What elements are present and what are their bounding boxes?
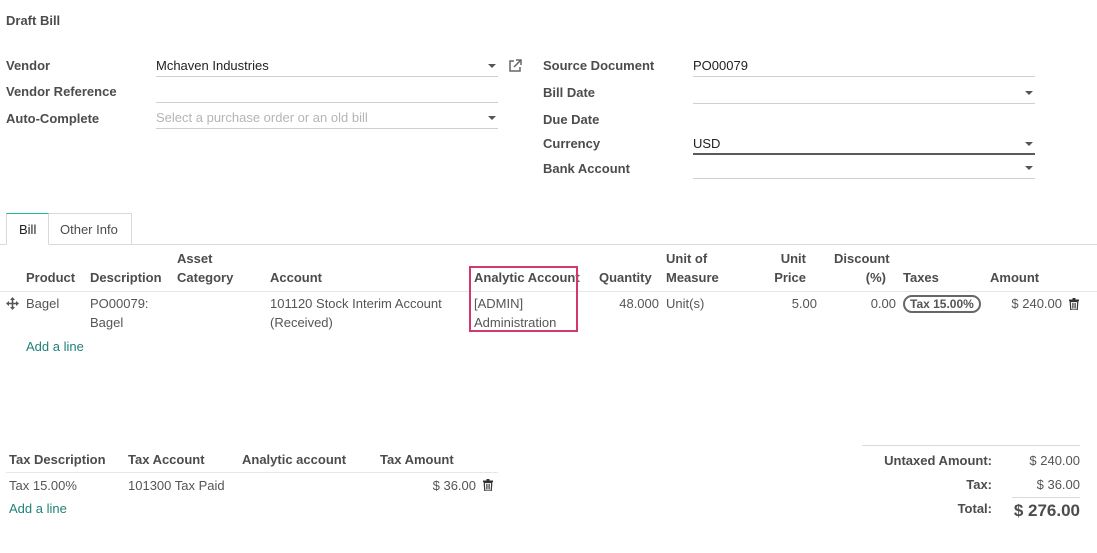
total-label: Total: xyxy=(957,501,992,516)
row-unit-price: 5.00 xyxy=(791,296,817,311)
row-product: Bagel xyxy=(26,296,60,311)
untaxed-amount-value: $ 240.00 xyxy=(1029,453,1080,468)
currency-value: USD xyxy=(693,136,721,151)
tax-col-header-amount: Tax Amount xyxy=(380,452,454,467)
tax-badge[interactable]: Tax 15.00% xyxy=(903,295,981,313)
vendor-reference-label: Vendor Reference xyxy=(6,84,117,99)
tax-header-divider xyxy=(6,472,498,473)
external-link-icon[interactable] xyxy=(508,59,522,73)
tax-add-line-link[interactable]: Add a line xyxy=(9,501,67,516)
row-description-line1: PO00079: xyxy=(90,296,149,311)
add-line-link[interactable]: Add a line xyxy=(26,339,84,354)
row-description-line2: Bagel xyxy=(90,315,124,330)
row-account-line1: 101120 Stock Interim Account xyxy=(270,296,442,311)
col-header-unit-price-line1[interactable]: Unit xyxy=(760,249,806,268)
tax-col-header-analytic: Analytic account xyxy=(242,452,347,467)
col-header-asset-category-line1[interactable]: Asset xyxy=(177,249,212,268)
bill-date-label: Bill Date xyxy=(543,85,596,100)
tax-total-label: Tax: xyxy=(966,477,992,492)
tab-bar-divider xyxy=(0,244,1097,245)
row-analytic-line1: [ADMIN] xyxy=(474,296,524,311)
chevron-down-icon[interactable] xyxy=(1025,142,1033,146)
tax-row-amount: $ 36.00 xyxy=(432,478,476,493)
vendor-value: Mchaven Industries xyxy=(156,58,269,73)
col-header-asset-category-line2[interactable]: Category xyxy=(177,268,233,287)
col-header-uom-line1[interactable]: Unit of xyxy=(666,249,707,268)
bill-date-field[interactable] xyxy=(693,83,1035,104)
col-header-description[interactable]: Description xyxy=(90,268,162,287)
currency-label: Currency xyxy=(543,136,601,151)
bank-account-field[interactable] xyxy=(693,158,1035,179)
row-amount: $ 240.00 xyxy=(1011,296,1062,311)
due-date-label: Due Date xyxy=(543,112,600,127)
auto-complete-label: Auto-Complete xyxy=(6,111,100,126)
source-document-field[interactable]: PO00079 xyxy=(693,56,1035,77)
vendor-reference-field[interactable] xyxy=(156,82,498,103)
col-header-discount-line1[interactable]: Discount xyxy=(834,249,890,268)
row-account-line2: (Received) xyxy=(270,315,333,330)
total-divider xyxy=(1012,497,1080,498)
tax-row-description: Tax 15.00% xyxy=(9,478,77,493)
source-document-label: Source Document xyxy=(543,58,655,73)
vendor-field[interactable]: Mchaven Industries xyxy=(156,56,498,77)
col-header-uom-line2[interactable]: Measure xyxy=(666,268,719,287)
tab-bill[interactable]: Bill xyxy=(6,213,50,245)
tab-other-info[interactable]: Other Info xyxy=(48,213,132,245)
col-header-quantity[interactable]: Quantity xyxy=(599,268,652,287)
total-value: $ 276.00 xyxy=(1013,501,1080,520)
tax-col-header-description: Tax Description xyxy=(9,452,106,467)
source-document-value: PO00079 xyxy=(693,58,748,73)
row-discount: 0.00 xyxy=(870,296,896,311)
chevron-down-icon[interactable] xyxy=(1025,166,1033,170)
col-header-account[interactable]: Account xyxy=(270,268,322,287)
row-quantity: 48.000 xyxy=(619,296,659,311)
trash-icon[interactable] xyxy=(1069,298,1079,310)
col-header-product[interactable]: Product xyxy=(26,268,75,287)
tax-col-header-account: Tax Account xyxy=(128,452,205,467)
currency-field[interactable]: USD xyxy=(693,134,1035,155)
untaxed-amount-label: Untaxed Amount: xyxy=(884,453,992,468)
auto-complete-placeholder: Select a purchase order or an old bill xyxy=(156,110,368,125)
col-header-amount[interactable]: Amount xyxy=(990,268,1039,287)
tax-total-value: $ 36.00 xyxy=(1036,477,1080,492)
auto-complete-field[interactable]: Select a purchase order or an old bill xyxy=(156,108,498,129)
col-header-unit-price-line2[interactable]: Price xyxy=(760,268,806,287)
vendor-label: Vendor xyxy=(6,58,51,73)
row-analytic-line2: Administration xyxy=(474,315,557,330)
tax-row-account: 101300 Tax Paid xyxy=(128,478,225,493)
bank-account-label: Bank Account xyxy=(543,161,630,176)
totals-top-divider xyxy=(862,445,1080,446)
chevron-down-icon[interactable] xyxy=(488,64,496,68)
trash-icon[interactable] xyxy=(483,479,493,491)
col-header-discount-line2[interactable]: (%) xyxy=(834,268,886,287)
col-header-taxes[interactable]: Taxes xyxy=(903,268,939,287)
chevron-down-icon[interactable] xyxy=(1025,91,1033,95)
row-uom: Unit(s) xyxy=(666,296,705,311)
page-title: Draft Bill xyxy=(6,13,61,28)
chevron-down-icon[interactable] xyxy=(488,116,496,120)
drag-handle-icon[interactable] xyxy=(6,297,19,310)
